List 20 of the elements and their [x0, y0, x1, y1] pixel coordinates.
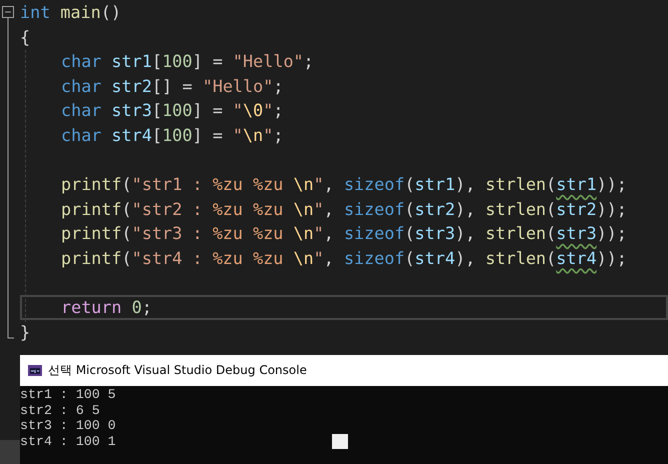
code-line: char str2[] = "Hello";	[60, 74, 284, 98]
panel-background	[0, 440, 20, 464]
console-output-line: str3 : 100 0	[20, 418, 116, 434]
console-title: 선택 Microsoft Visual Studio Debug Console	[48, 362, 307, 379]
console-output-line: str1 : 100 5	[20, 387, 116, 403]
cursor-block	[332, 434, 348, 449]
code-line: printf("str1 : %zu %zu \n", sizeof(str1), strlen(str1));	[60, 173, 628, 196]
code-line: }	[20, 320, 32, 344]
code-line: printf("str2 : %zu %zu \n", sizeof(str2), strlen(str2));	[60, 198, 628, 221]
code-line: int main()	[20, 1, 122, 24]
console-app-icon	[28, 365, 42, 376]
code-line: char str4[100] = "\n";	[60, 124, 284, 147]
code-line: char str3[100] = "\0";	[60, 99, 284, 122]
code-line: char str1[100] = "Hello";	[60, 50, 315, 74]
code-line: {	[20, 26, 32, 49]
console-output-line: str2 : 6 5	[20, 402, 100, 418]
console-output-line: str4 : 100 1	[20, 434, 116, 450]
code-line: printf("str4 : %zu %zu \n", sizeof(str4), strlen(str4));	[60, 246, 628, 270]
code-line: printf("str3 : %zu %zu \n", sizeof(str3), strlen(str3));	[60, 222, 628, 246]
code-line: return 0;	[20, 295, 668, 320]
